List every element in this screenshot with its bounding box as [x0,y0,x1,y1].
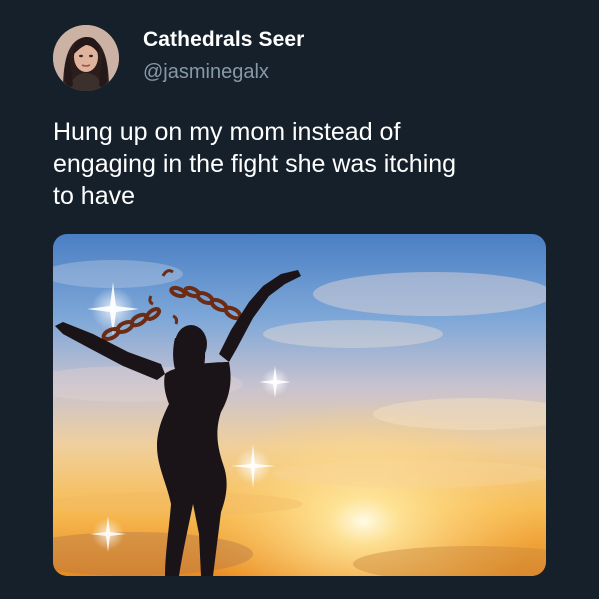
avatar[interactable] [53,25,119,91]
tweet-text-line: engaging in the fight she was itching [53,150,457,178]
tweet-card: Cathedrals Seer @jasminegalx Hung up on … [0,0,599,599]
display-name[interactable]: Cathedrals Seer [143,28,304,52]
tweet-media-image[interactable] [53,234,546,576]
tweet-text: Hung up on my mom instead of engaging in… [53,116,553,212]
silhouette-breaking-chains-image [53,234,546,576]
user-handle[interactable]: @jasminegalx [143,61,269,84]
tweet-text-line: Hung up on my mom instead of [53,118,401,146]
tweet-text-line: to have [53,182,136,210]
avatar-photo [53,25,119,91]
